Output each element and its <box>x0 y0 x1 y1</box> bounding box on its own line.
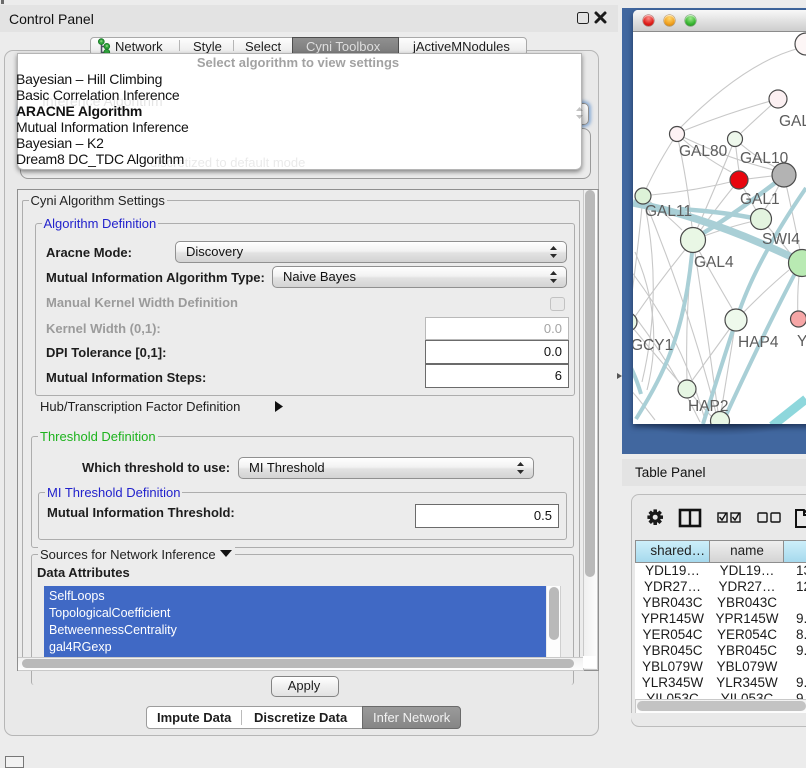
svg-text:SWI4: SWI4 <box>762 231 800 248</box>
svg-text:Y: Y <box>797 333 806 350</box>
svg-text:GAL10: GAL10 <box>740 150 789 167</box>
svg-text:GAL1: GAL1 <box>740 191 780 208</box>
svg-text:GAL80: GAL80 <box>679 143 728 160</box>
svg-text:HAP4: HAP4 <box>738 334 779 351</box>
svg-text:GAL2: GAL2 <box>779 113 806 130</box>
svg-text:GCY1: GCY1 <box>633 337 673 354</box>
svg-text:GAL4: GAL4 <box>694 254 734 271</box>
svg-text:HAP2: HAP2 <box>688 398 729 415</box>
svg-text:GAL11: GAL11 <box>645 203 692 220</box>
